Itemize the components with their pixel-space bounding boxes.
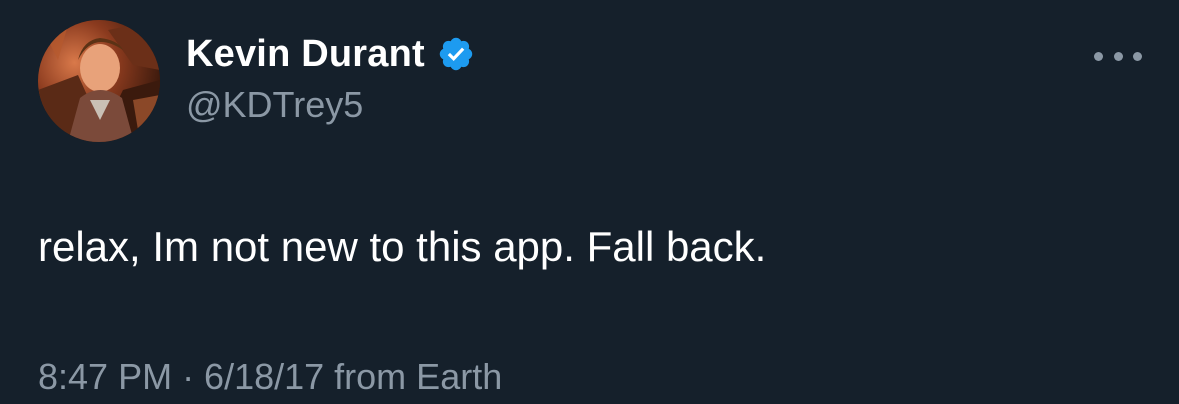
- tweet-timestamp[interactable]: 8:47 PM · 6/18/17 from Earth: [38, 350, 502, 404]
- author-handle[interactable]: @KDTrey5: [186, 84, 475, 126]
- author-display-name[interactable]: Kevin Durant: [186, 33, 425, 76]
- tweet-card: Kevin Durant @KDTrey5 relax, Im not new …: [0, 0, 1179, 397]
- author-name-row: Kevin Durant: [186, 30, 475, 78]
- verified-badge-icon: [437, 35, 475, 73]
- more-dot: [1094, 51, 1103, 61]
- avatar-image: [38, 20, 160, 142]
- avatar[interactable]: [38, 20, 160, 142]
- more-dot: [1133, 51, 1142, 61]
- more-dot: [1113, 51, 1123, 61]
- tweet-text: relax, Im not new to this app. Fall back…: [38, 223, 767, 270]
- more-options-icon[interactable]: [1094, 42, 1142, 70]
- tweet-author[interactable]: Kevin Durant @KDTrey5: [186, 30, 475, 126]
